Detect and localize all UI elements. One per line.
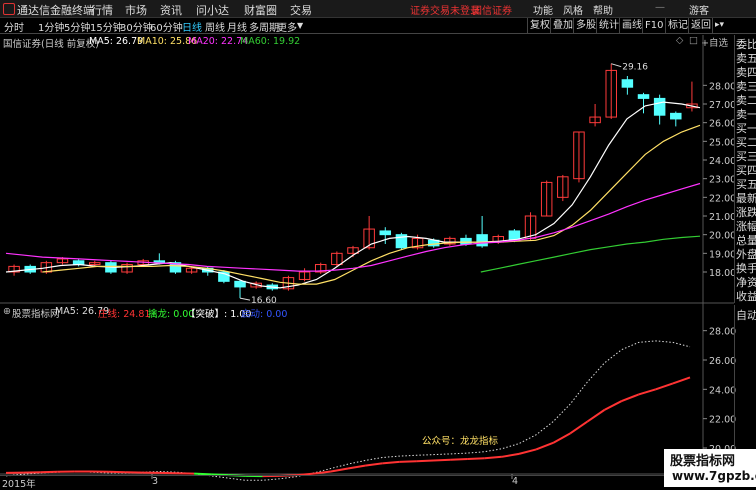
sidebar-item-18: 收益 <box>736 288 756 304</box>
indicator-ma5-line <box>6 341 690 480</box>
date-label-year: 2015年 <box>2 476 36 490</box>
zhuangxian-segment <box>468 458 485 459</box>
zhuangxian-segment <box>673 377 690 383</box>
main-tick-label: 18.00 <box>709 268 736 279</box>
zhuangxian-segment <box>519 449 536 453</box>
low-pointer <box>240 298 250 300</box>
watermark-url: www.7gpzb.com <box>672 469 756 483</box>
zhuangxian-segment <box>570 422 587 434</box>
watermark-badge: 股票指标网 www.7gpzb.com <box>664 449 756 487</box>
zhuangxian-segment <box>536 443 553 450</box>
zhuangxian-segment <box>605 401 622 410</box>
indicator-annotation: 公众号：龙龙指标 <box>422 435 499 447</box>
candle-down <box>654 98 664 115</box>
indicator-tick-label: 26.00 <box>709 356 736 367</box>
quote-sidebar: 委比卖五卖四卖三卖二卖一买一买二买三买四买五最新涨跌涨幅总量外盘换手净资收益 <box>734 35 756 303</box>
main-tick-label: 20.00 <box>709 231 736 242</box>
zhuangxian-segment <box>365 463 382 465</box>
zhuangxian-segment <box>485 457 502 458</box>
zhuangxian-segment <box>502 454 519 457</box>
zhuangxian-segment <box>553 433 570 443</box>
zhuangxian-segment <box>639 389 656 394</box>
candle-down <box>638 95 648 99</box>
zhuangxian-segment <box>416 460 433 461</box>
candle-down <box>622 80 632 87</box>
zhuangxian-segment <box>451 459 468 460</box>
low-price-label: 16.60 <box>251 296 277 306</box>
main-tick-label: 22.00 <box>709 193 736 204</box>
zhuangxian-segment <box>382 462 399 463</box>
candle-down <box>235 281 245 287</box>
main-tick-label: 25.00 <box>709 137 736 148</box>
zhuangxian-segment <box>399 461 416 462</box>
high-price-label: 29.16 <box>622 63 648 73</box>
zhuangxian-segment <box>331 469 348 472</box>
indicator-tick-label: 28.00 <box>709 327 736 338</box>
date-label-april: 4 <box>512 476 518 487</box>
auto-scale-label[interactable]: 自动 <box>736 307 756 323</box>
main-tick-label: 27.00 <box>709 100 736 111</box>
candle-down <box>477 235 487 246</box>
ma-line-ma20 <box>6 184 700 272</box>
high-pointer <box>611 64 621 67</box>
main-tick-label: 23.00 <box>709 175 736 186</box>
zhuangxian-segment <box>434 460 451 461</box>
main-tick-label: 26.00 <box>709 119 736 130</box>
zhuangxian-segment <box>656 383 673 389</box>
indicator-tick-label: 24.00 <box>709 385 736 396</box>
main-tick-label: 21.00 <box>709 212 736 223</box>
date-label-march: 3 <box>152 476 158 487</box>
main-tick-label: 28.00 <box>709 81 736 92</box>
zhuangxian-segment <box>587 410 604 422</box>
candle-down <box>461 238 471 244</box>
watermark-title: 股票指标网 <box>670 450 735 469</box>
main-tick-label: 19.00 <box>709 249 736 260</box>
indicator-tick-label: 22.00 <box>709 415 736 426</box>
candle-down <box>671 113 681 119</box>
charts-canvas: 18.00 19.00 20.00 21.00 22.00 23.00 24.00 25.00… <box>0 0 756 487</box>
date-axis: 2015年 3 4 <box>0 475 664 488</box>
main-tick-label: 24.00 <box>709 156 736 167</box>
zhuangxian-segment <box>622 394 639 401</box>
ma-line-ma10 <box>43 125 701 284</box>
candle-down <box>380 231 390 235</box>
zhuangxian-segment <box>348 466 365 469</box>
